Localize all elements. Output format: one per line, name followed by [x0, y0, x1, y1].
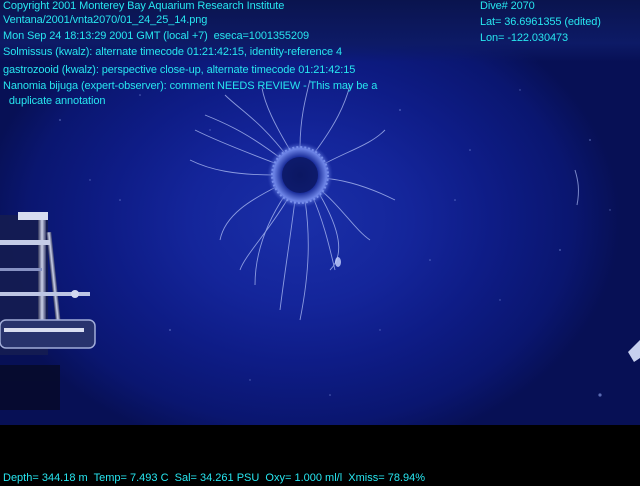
- longitude-text: Lon= -122.030473: [480, 32, 569, 44]
- annotation-line: Nanomia bijuga (expert-observer): commen…: [3, 80, 378, 92]
- file-path-text: Ventana/2001/vnta2070/01_24_25_14.png: [3, 14, 208, 26]
- timestamp-text: Mon Sep 24 18:13:29 2001 GMT (local +7) …: [3, 30, 309, 42]
- sensor-readout: Depth= 344.18 m Temp= 7.493 C Sal= 34.26…: [3, 472, 426, 484]
- video-frame: Copyright 2001 Monterey Bay Aquarium Res…: [0, 0, 640, 486]
- annotation-line: gastrozooid (kwalz): perspective close-u…: [3, 64, 356, 76]
- marine-snow: [59, 89, 611, 397]
- copyright-text: Copyright 2001 Monterey Bay Aquarium Res…: [3, 0, 285, 12]
- drifting-filament: [574, 169, 579, 206]
- latitude-text: Lat= 36.6961355 (edited): [480, 16, 601, 28]
- dive-number-text: Dive# 2070: [480, 0, 535, 12]
- annotation-line: duplicate annotation: [3, 95, 106, 107]
- rov-frame-left: [0, 212, 96, 410]
- annotation-line: Solmissus (kwalz): alternate timecode 01…: [3, 46, 342, 58]
- rov-edge-right: [628, 340, 640, 362]
